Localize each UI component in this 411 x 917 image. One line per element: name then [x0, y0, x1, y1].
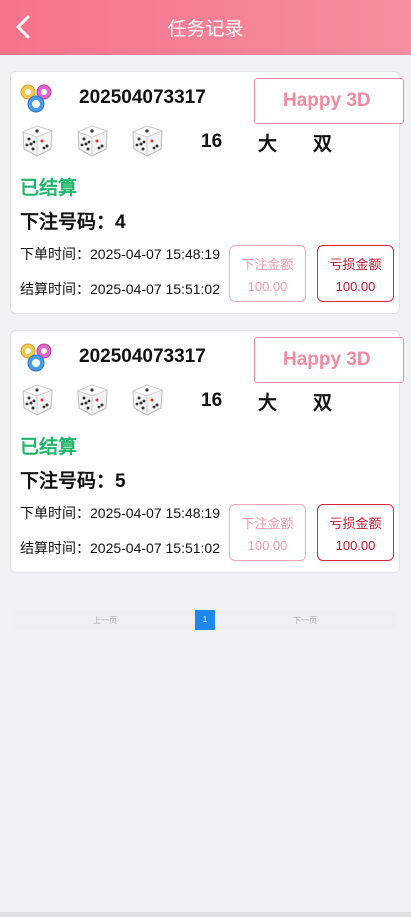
result-big-small: 大	[258, 133, 278, 155]
period-number: 202504073317	[79, 346, 206, 367]
lottery-balls-icon	[19, 80, 55, 118]
dice-icon	[19, 120, 55, 158]
lottery-balls-icon	[19, 339, 55, 377]
bet-number-value: 5	[115, 471, 126, 492]
game-name-button[interactable]: Happy 3D	[254, 337, 404, 383]
bet-amount-box: 下注金额 100.00	[229, 504, 306, 561]
settle-time-label: 结算时间：	[20, 540, 90, 556]
header-bar: 任务记录	[0, 0, 411, 55]
settle-time-value: 2025-04-07 15:51:02	[90, 540, 220, 556]
loss-amount-label: 亏损金额	[329, 517, 382, 532]
period-number: 202504073317	[79, 87, 206, 108]
bet-amount-box: 下注金额 100.00	[229, 245, 306, 302]
bet-number-value: 4	[115, 212, 126, 233]
result-sum: 16	[201, 131, 223, 152]
prev-page-button[interactable]: 上一页	[93, 615, 117, 626]
bet-amount-label: 下注金额	[241, 517, 294, 532]
pagination: 上一页 1 下一页	[14, 610, 396, 630]
loss-amount-value: 100.00	[335, 279, 376, 294]
dice-icon	[74, 120, 110, 158]
order-time: 下单时间：2025-04-07 15:48:19	[20, 503, 220, 523]
status-label: 已结算	[20, 177, 78, 199]
bet-amount-value: 100.00	[247, 538, 288, 553]
record-card: 202504073317 Happy 3D 16 大 双 已结算 下注号码：5 …	[10, 330, 404, 573]
bet-number: 下注号码：4	[20, 207, 126, 234]
bet-number-label: 下注号码：	[20, 211, 116, 233]
bet-amount-label: 下注金额	[241, 258, 294, 273]
record-card: 202504073317 Happy 3D 16 大 双 已结算 下注号码：4 …	[10, 71, 404, 314]
order-time: 下单时间：2025-04-07 15:48:19	[20, 244, 220, 264]
game-name-button[interactable]: Happy 3D	[254, 78, 404, 124]
bet-number-label: 下注号码：	[20, 470, 116, 492]
next-page-button[interactable]: 下一页	[293, 615, 317, 626]
result-big-small: 大	[258, 392, 278, 414]
order-time-label: 下单时间：	[20, 505, 90, 521]
result-sum: 16	[201, 390, 223, 411]
status-label: 已结算	[20, 436, 78, 458]
result-odd-even: 双	[313, 133, 333, 155]
loss-amount-box: 亏损金额 100.00	[317, 504, 394, 561]
order-time-label: 下单时间：	[20, 246, 90, 262]
bet-amount-value: 100.00	[247, 279, 288, 294]
order-time-value: 2025-04-07 15:48:19	[90, 246, 220, 262]
result-odd-even: 双	[313, 392, 333, 414]
dice-icon	[129, 120, 165, 158]
settle-time-label: 结算时间：	[20, 281, 90, 297]
bet-number: 下注号码：5	[20, 466, 126, 493]
order-time-value: 2025-04-07 15:48:19	[90, 505, 220, 521]
bottom-divider	[0, 912, 411, 917]
settle-time: 结算时间：2025-04-07 15:51:02	[20, 538, 220, 558]
loss-amount-label: 亏损金额	[329, 258, 382, 273]
settle-time-value: 2025-04-07 15:51:02	[90, 281, 220, 297]
dice-icon	[129, 379, 165, 417]
page-title: 任务记录	[167, 18, 244, 40]
dice-icon	[74, 379, 110, 417]
dice-icon	[19, 379, 55, 417]
settle-time: 结算时间：2025-04-07 15:51:02	[20, 279, 220, 299]
loss-amount-box: 亏损金额 100.00	[317, 245, 394, 302]
current-page-button[interactable]: 1	[195, 610, 215, 630]
loss-amount-value: 100.00	[335, 538, 376, 553]
